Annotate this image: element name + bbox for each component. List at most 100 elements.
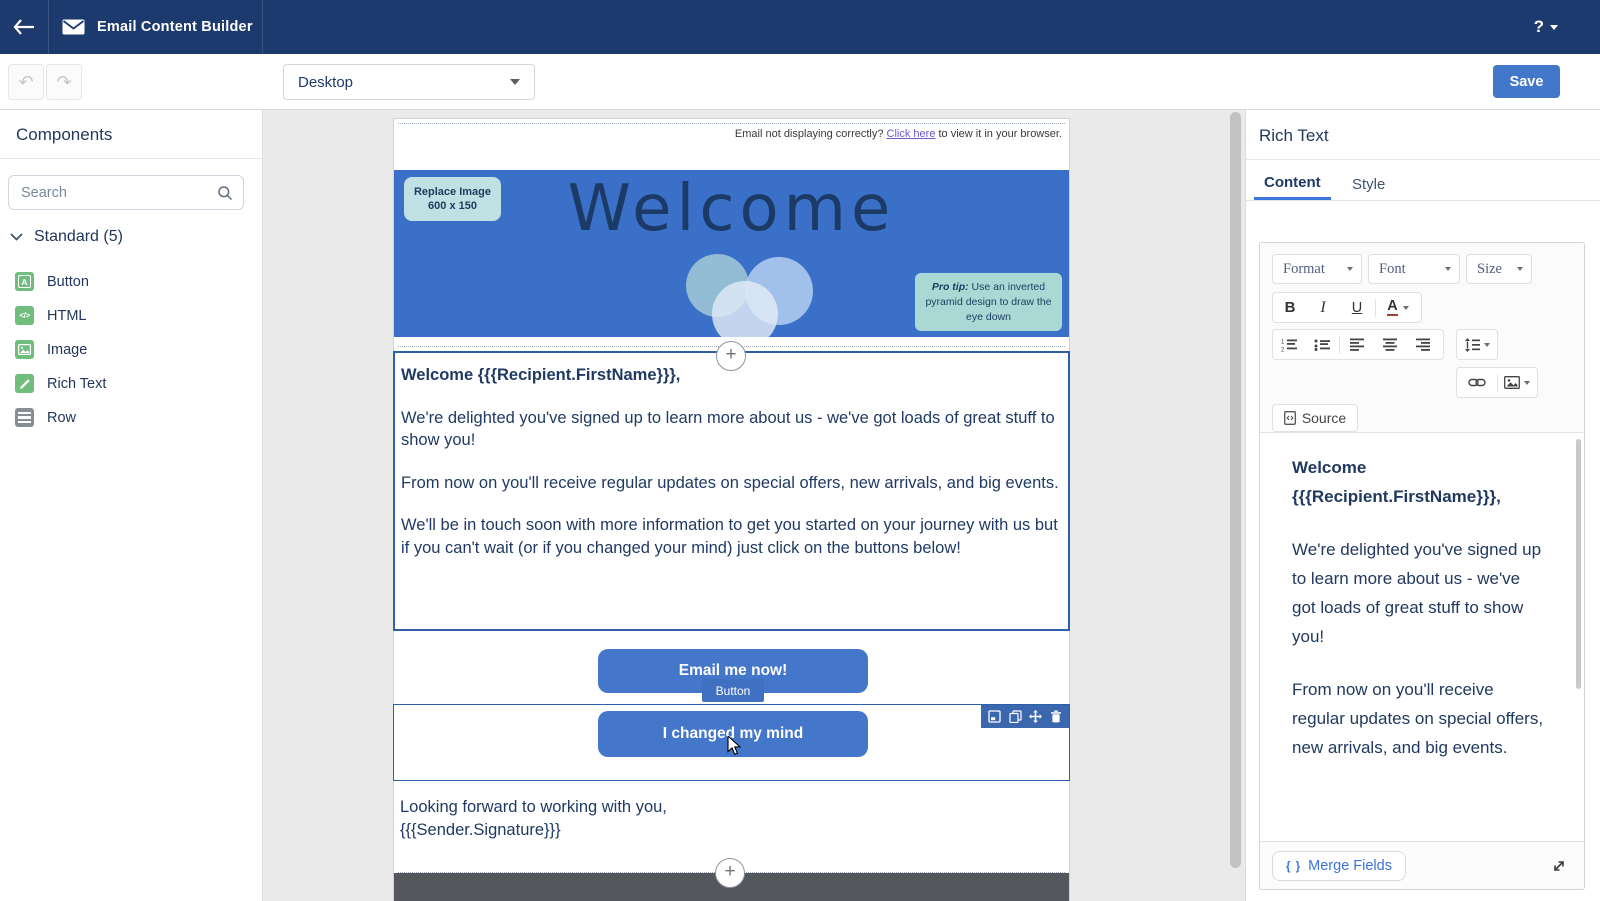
standard-section-toggle[interactable]: Standard (5) <box>10 228 123 246</box>
chevron-down-icon <box>1550 24 1558 30</box>
chevron-down-icon <box>1484 342 1490 347</box>
add-component-button[interactable] <box>715 858 745 888</box>
view-in-browser-link[interactable]: Click here <box>887 128 936 140</box>
size-dropdown[interactable]: Size <box>1466 254 1532 284</box>
chevron-down-icon <box>10 233 23 241</box>
back-button[interactable] <box>0 0 48 54</box>
sidebar-item-image[interactable]: Image <box>15 340 87 359</box>
svg-text:2: 2 <box>1281 347 1285 352</box>
view-mode-dropdown[interactable]: Desktop <box>283 64 535 100</box>
closing-text-block[interactable]: Looking forward to working with you, {{{… <box>400 796 667 842</box>
chevron-down-icon <box>1524 380 1531 385</box>
closing-line: Looking forward to working with you, <box>400 798 667 816</box>
image-component-icon <box>15 340 34 359</box>
source-button-label: Source <box>1301 410 1347 426</box>
chevron-down-icon <box>1445 267 1451 271</box>
rich-text-block-selected[interactable]: Welcome {{{Recipient.FirstName}}}, We're… <box>393 351 1070 631</box>
undo-button[interactable] <box>8 64 44 100</box>
html-component-icon: </> <box>15 306 34 325</box>
format-dropdown-label: Format <box>1283 260 1325 277</box>
email-page: Email not displaying correctly? Click he… <box>393 118 1070 873</box>
editor-scrollbar[interactable] <box>1576 439 1581 689</box>
align-center-button[interactable] <box>1373 330 1406 359</box>
sidebar-item-rich-text[interactable]: Rich Text <box>15 374 106 393</box>
sidebar-item-label: Image <box>47 341 88 358</box>
email-icon <box>62 19 85 35</box>
size-dropdown-label: Size <box>1477 260 1502 277</box>
text-color-letter: A <box>1387 298 1398 316</box>
sidebar-item-label: Rich Text <box>47 375 107 392</box>
sidebar-item-label: Button <box>47 273 89 290</box>
email-canvas: Email not displaying correctly? Click he… <box>263 110 1245 901</box>
navbar-divider <box>48 0 49 54</box>
text-style-group: B I U A <box>1272 292 1422 323</box>
section-label: Standard (5) <box>34 228 123 245</box>
button-component-tag: Button <box>702 679 764 702</box>
search-input[interactable] <box>9 176 243 209</box>
rich-text-component-icon <box>15 374 34 393</box>
tab-style[interactable]: Style <box>1344 168 1393 200</box>
save-button[interactable]: Save <box>1493 65 1560 98</box>
ordered-list-button[interactable]: 12 <box>1273 330 1306 359</box>
rte-toolbar: Format Font Size B I U A 1 2 Source <box>1260 243 1584 433</box>
add-component-button[interactable] <box>716 341 746 371</box>
format-dropdown[interactable]: Format <box>1272 254 1362 284</box>
block-action-toolbar <box>981 705 1069 728</box>
replace-image-button[interactable]: Replace Image 600 x 150 <box>404 177 501 221</box>
source-button[interactable]: Source <box>1272 404 1358 432</box>
header-image-block[interactable]: Welcome Replace Image 600 x 150 Pro tip:… <box>394 170 1069 337</box>
bold-button[interactable]: B <box>1273 293 1307 322</box>
top-navbar: Email Content Builder ? <box>0 0 1600 54</box>
bullet-list-button[interactable] <box>1306 330 1339 359</box>
mouse-cursor <box>727 734 743 763</box>
merge-fields-label: Merge Fields <box>1308 858 1392 874</box>
font-dropdown[interactable]: Font <box>1368 254 1460 284</box>
svg-text:1: 1 <box>1281 339 1285 345</box>
rte-content-area[interactable]: Welcome {{{Recipient.FirstName}}}, We're… <box>1260 433 1584 843</box>
help-menu-button[interactable]: ? <box>1534 0 1558 54</box>
editor-paragraph: From now on you'll receive regular updat… <box>1292 680 1544 757</box>
insert-image-button[interactable] <box>1497 368 1537 397</box>
move-icon[interactable] <box>1029 710 1043 723</box>
delete-icon[interactable] <box>1050 710 1062 723</box>
chevron-down-icon <box>1517 267 1523 271</box>
app-brand: Email Content Builder <box>62 0 253 54</box>
align-right-button[interactable] <box>1406 330 1439 359</box>
sidebar-title: Components <box>16 125 113 144</box>
rte-footer: Merge Fields <box>1260 841 1584 889</box>
list-align-group: 12 <box>1272 329 1444 360</box>
component-search <box>8 175 244 210</box>
redo-button[interactable] <box>46 64 82 100</box>
signature-merge-field: {{{Sender.Signature}}} <box>400 821 561 839</box>
italic-button[interactable]: I <box>1307 293 1339 322</box>
pro-tip-badge: Pro tip: Use an inverted pyramid design … <box>915 273 1062 331</box>
link-button[interactable] <box>1457 368 1497 397</box>
merge-fields-button[interactable]: Merge Fields <box>1272 851 1406 881</box>
navbar-divider <box>262 0 263 54</box>
source-icon <box>1283 411 1296 425</box>
text-color-button[interactable]: A <box>1376 293 1420 322</box>
expand-icon <box>1554 861 1564 871</box>
duplicate-icon[interactable] <box>1009 710 1022 723</box>
help-icon: ? <box>1533 17 1544 36</box>
sidebar-item-button[interactable]: A Button <box>15 272 89 291</box>
merge-fields-icon <box>1286 858 1301 874</box>
tab-content[interactable]: Content <box>1254 168 1331 200</box>
block-settings-icon[interactable] <box>988 710 1002 723</box>
canvas-scrollbar[interactable] <box>1230 112 1241 868</box>
align-left-button[interactable] <box>1340 330 1373 359</box>
sidebar-divider <box>0 158 262 159</box>
sidebar-item-label: Row <box>47 409 77 426</box>
underline-button[interactable]: U <box>1339 293 1375 322</box>
sidebar-item-html[interactable]: </> HTML <box>15 306 86 325</box>
sidebar-item-row[interactable]: Row <box>15 408 76 427</box>
view-mode-value: Desktop <box>298 73 354 91</box>
button-component-icon: A <box>15 272 34 291</box>
email-paragraph: We're delighted you've signed up to lear… <box>401 408 1055 450</box>
back-arrow-icon <box>13 19 34 35</box>
expand-editor-button[interactable] <box>1546 853 1572 879</box>
panel-divider <box>1246 200 1600 201</box>
line-spacing-button[interactable] <box>1457 330 1497 359</box>
notice-text: to view it in your browser. <box>935 128 1062 140</box>
chevron-down-icon <box>510 79 520 85</box>
